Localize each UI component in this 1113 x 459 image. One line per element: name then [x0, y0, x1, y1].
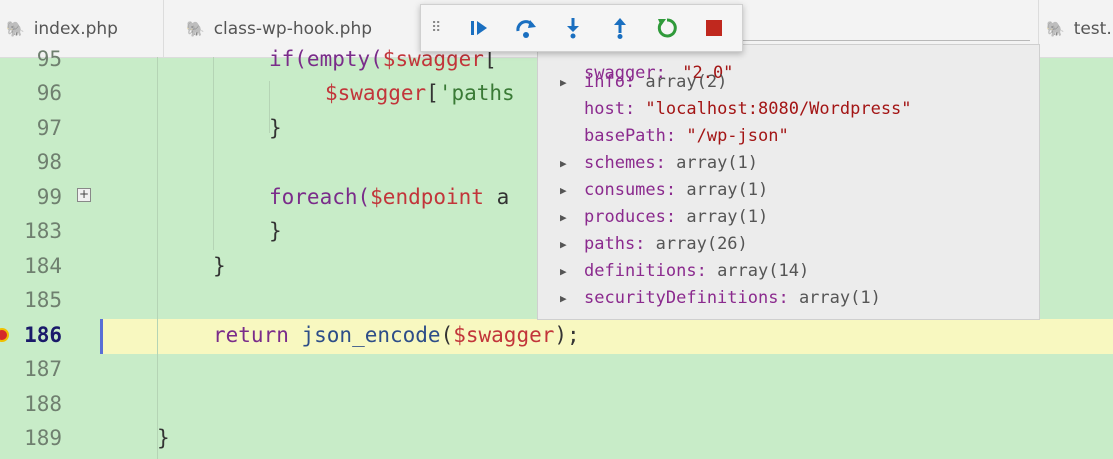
hover-value: array(14): [706, 261, 810, 281]
hover-row[interactable]: ▶ produces: array(1): [538, 204, 1039, 231]
hover-row[interactable]: ▶ info: array(2): [538, 69, 1039, 96]
debug-hover-widget[interactable]: swagger: "2.0" ▶ info: array(2) host: "loc…: [537, 44, 1040, 320]
code-line-96: $swagger['paths: [325, 81, 515, 105]
hover-key: basePath: "/wp-json": [584, 126, 789, 146]
step-into-button[interactable]: [549, 5, 596, 51]
hover-row[interactable]: ▶ consumes: array(1): [538, 177, 1039, 204]
hover-key: produces: array(1): [584, 207, 769, 227]
line-number: 184: [24, 254, 62, 278]
indent-guide: [157, 57, 158, 459]
hover-key: schemes: array(1): [584, 153, 759, 173]
code-line-184: }: [213, 254, 226, 278]
stop-button[interactable]: [690, 5, 737, 51]
expand-arrow-icon[interactable]: ▶: [560, 231, 567, 258]
line-number-gutter[interactable]: 95 96 97 98 99 183 184 185 186 187 188 1…: [0, 47, 102, 459]
step-into-icon: [566, 18, 579, 39]
line-number: 187: [24, 357, 62, 381]
indent-guide: [213, 57, 214, 250]
hover-row[interactable]: ▶ securityDefinitions: array(1): [538, 285, 1039, 312]
expand-arrow-icon[interactable]: ▶: [560, 69, 567, 96]
step-out-button[interactable]: [596, 5, 643, 51]
hover-value: array(26): [645, 234, 748, 254]
hover-value: "/wp-json": [676, 126, 789, 146]
expand-arrow-icon[interactable]: ▶: [560, 177, 567, 204]
hover-value: array(1): [676, 207, 769, 227]
fold-expand-icon[interactable]: +: [77, 188, 91, 202]
hover-key: securityDefinitions: array(1): [584, 288, 881, 308]
hover-value: "localhost:8080/Wordpress": [635, 99, 912, 119]
expand-arrow-icon[interactable]: ▶: [560, 204, 567, 231]
php-elephant-icon: 🐘: [1046, 19, 1065, 38]
line-number: 96: [36, 81, 62, 105]
hover-value: array(1): [676, 180, 769, 200]
line-number: 98: [36, 150, 62, 174]
hover-value: array(2): [635, 72, 728, 92]
hover-value: array(1): [665, 153, 759, 173]
line-number: 99: [36, 185, 62, 209]
hover-value: array(1): [788, 288, 881, 308]
step-out-icon: [613, 18, 626, 39]
php-elephant-icon: 🐘: [186, 19, 205, 38]
tab-test-php[interactable]: 🐘 test.p: [1046, 0, 1113, 57]
expand-arrow-icon[interactable]: ▶: [560, 285, 567, 312]
code-line-97: }: [269, 116, 282, 140]
hover-row[interactable]: ▶ paths: array(26): [538, 231, 1039, 258]
line-number: 95: [36, 47, 62, 71]
line-number: 183: [24, 219, 62, 243]
continue-button[interactable]: [455, 5, 502, 51]
php-elephant-icon: 🐘: [6, 19, 25, 38]
tab-label: test.p: [1073, 18, 1113, 39]
restart-icon: [657, 18, 677, 38]
hover-row: basePath: "/wp-json": [538, 123, 1039, 150]
hover-key: paths: array(26): [584, 234, 748, 254]
code-line-189: }: [157, 426, 170, 450]
hover-key: host: "localhost:8080/Wordpress": [584, 99, 912, 119]
code-line-183: }: [269, 219, 282, 243]
find-widget-line: [742, 40, 1030, 41]
step-over-button[interactable]: [502, 5, 549, 51]
hover-row: host: "localhost:8080/Wordpress": [538, 96, 1039, 123]
code-line-186: return json_encode($swagger);: [213, 323, 580, 347]
line-number: 189: [24, 426, 62, 450]
restart-button[interactable]: [643, 5, 690, 51]
expand-arrow-icon[interactable]: ▶: [560, 258, 567, 285]
hover-row[interactable]: ▶ definitions: array(14): [538, 258, 1039, 285]
stop-icon: [705, 20, 722, 36]
drag-handle-icon[interactable]: ⠿: [431, 20, 455, 36]
line-number: 185: [24, 288, 62, 312]
line-number-current: 186: [24, 323, 62, 347]
tab-label: class-wp-hook.php: [213, 18, 373, 39]
continue-icon: [470, 21, 487, 35]
debug-toolbar[interactable]: ⠿: [420, 4, 743, 52]
hover-key: definitions: array(14): [584, 261, 810, 281]
expand-arrow-icon[interactable]: ▶: [560, 150, 567, 177]
hover-row[interactable]: ▶ schemes: array(1): [538, 150, 1039, 177]
hover-key: info: array(2): [584, 72, 728, 92]
step-over-icon: [515, 20, 536, 38]
tab-label: index.php: [33, 18, 118, 39]
tab-divider: [163, 0, 164, 57]
code-line-99: foreach($endpoint a: [269, 185, 510, 209]
line-number: 188: [24, 392, 62, 416]
hover-key: consumes: array(1): [584, 180, 769, 200]
line-number: 97: [36, 116, 62, 140]
